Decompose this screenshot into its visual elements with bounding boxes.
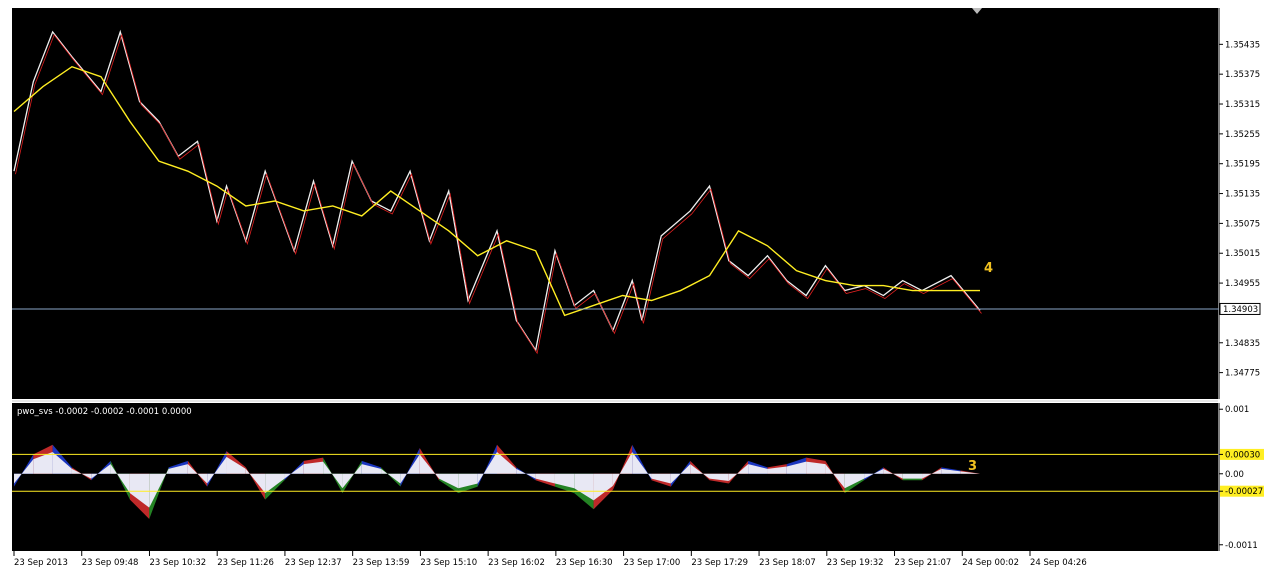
x-tick-label: 23 Sep 19:32 [827,558,884,568]
price-y-tick-label: 1.35315 [1225,100,1260,110]
indicator-y-tick-label: 0.00 [1225,470,1244,480]
x-tick-label: 23 Sep 18:07 [759,558,816,568]
indicator-y-tick-label: -0.00027 [1225,487,1263,497]
indicator-annotation: 3 [968,459,977,474]
indicator-y-tick-label: 0.00030 [1225,450,1260,460]
x-tick-label: 23 Sep 16:02 [488,558,545,568]
price-y-tick-label: 1.34955 [1225,279,1260,289]
indicator-title: pwo_svs -0.0002 -0.0002 -0.0001 0.0000 [17,407,192,417]
price-y-tick-label: 1.35015 [1225,249,1260,259]
x-axis-ticks: 23 Sep 2013 23 Sep 09:48 23 Sep 10:32 23 Se… [13,551,1087,568]
price-y-tick-label: 1.34835 [1225,339,1260,349]
chart-window: 1.35435 1.35375 1.35315 1.35255 1.35195 1.351… [0,0,1274,586]
price-y-tick-label: 1.34775 [1225,369,1260,379]
x-tick-label: 23 Sep 10:32 [149,558,206,568]
x-tick-label: 23 Sep 09:48 [82,558,139,568]
x-tick-label: 23 Sep 12:37 [285,558,342,568]
indicator-y-tick-label: -0.0011 [1225,541,1258,551]
x-tick-label: 23 Sep 15:10 [420,558,477,568]
chart-canvas: 1.35435 1.35375 1.35315 1.35255 1.35195 1.351… [12,8,1271,568]
price-panel [12,8,1218,399]
x-tick-label: 23 Sep 13:59 [353,558,410,568]
x-tick-label: 23 Sep 21:07 [895,558,952,568]
indicator-y-tick-label: 0.001 [1225,405,1249,415]
x-tick-label: 23 Sep 17:00 [624,558,681,568]
price-y-tick-label: 1.35195 [1225,160,1260,170]
price-y-tick-label: 1.35135 [1225,190,1260,200]
price-annotation: 4 [984,261,993,276]
x-tick-label: 24 Sep 04:26 [1030,558,1087,568]
price-y-tick-label: 1.35435 [1225,40,1260,50]
x-tick-label: 23 Sep 11:26 [217,558,274,568]
current-price-label: 1.34903 [1223,305,1258,315]
price-y-tick-label: 1.35075 [1225,219,1260,229]
x-tick-label: 24 Sep 00:02 [962,558,1019,568]
x-tick-label: 23 Sep 16:30 [556,558,613,568]
x-tick-label: 23 Sep 2013 [14,558,68,568]
x-tick-label: 23 Sep 17:29 [691,558,748,568]
price-y-tick-label: 1.35375 [1225,70,1260,80]
indicator-fill [902,473,923,479]
price-y-tick-label: 1.35255 [1225,130,1260,140]
